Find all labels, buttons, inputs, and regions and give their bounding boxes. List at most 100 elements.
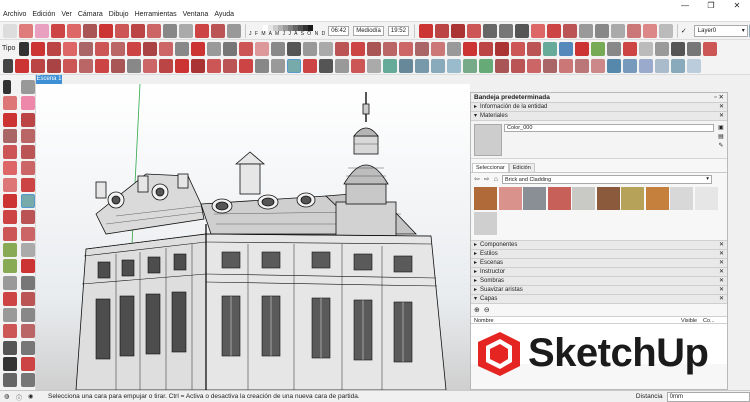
material-swatch-8[interactable] [645,187,669,210]
dimension-left-icon[interactable] [3,275,17,290]
section-materials[interactable]: ▾ Materiales ✕ [471,112,727,121]
walk-left-icon[interactable] [3,357,17,372]
outer-shell-icon[interactable] [463,41,478,56]
line-icon[interactable] [47,41,62,56]
terrain-icon[interactable] [543,41,558,56]
union-icon[interactable] [479,41,494,56]
scene-tab[interactable]: Escena 1 [36,75,62,84]
monochrome-icon[interactable] [658,23,673,38]
cube-7-icon[interactable] [479,58,493,73]
lookaround-icon[interactable] [287,41,302,56]
toggle-terrain-icon[interactable] [591,41,606,56]
text-icon[interactable] [179,23,193,38]
home-icon[interactable]: ⌂ [494,176,498,183]
guide-icon[interactable] [255,58,269,73]
material-swatch-1[interactable] [474,187,497,210]
pan-icon[interactable] [211,23,225,38]
intersect-icon[interactable] [159,41,174,56]
measurements-input[interactable]: 0mm [666,391,750,402]
close-button[interactable]: ✕ [724,0,750,12]
arc-3pt-icon[interactable] [175,58,189,73]
position-camera-icon[interactable] [514,23,529,38]
footprint-left-icon[interactable] [3,373,17,388]
material-swatch-10[interactable] [694,187,718,210]
perspective-icon[interactable] [447,41,462,56]
close-icon[interactable]: ✕ [719,277,724,286]
circle-icon[interactable] [95,41,110,56]
menu-camara[interactable]: Cámara [78,11,103,18]
orbit-left-icon[interactable] [3,291,17,306]
library-select[interactable]: Brick and Cladding [501,174,712,184]
warehouse-icon[interactable] [418,23,433,38]
cube-2-icon[interactable] [399,58,413,73]
material-swatch-9[interactable] [670,187,693,210]
material-swatch-3[interactable] [523,187,546,210]
tab-select[interactable]: Seleccionar [472,163,509,172]
section-plane-icon[interactable] [530,23,545,38]
arrow-select-icon[interactable] [19,41,30,56]
scale-left-icon[interactable] [3,226,17,241]
text-2-icon[interactable] [367,58,381,73]
shadow-time-end[interactable]: 19:52 [387,25,409,36]
move-left-icon[interactable] [3,194,17,209]
stamp-icon[interactable] [63,58,77,73]
cube-5-icon[interactable] [447,58,461,73]
rect-rot-icon[interactable] [127,58,141,73]
share-model-icon[interactable] [450,23,465,38]
section-instructor[interactable]: ▸ Instructor ✕ [471,268,727,277]
iso-view-icon[interactable] [351,41,366,56]
menu-dibujo[interactable]: Dibujo [109,11,129,18]
bottom-2-icon[interactable] [591,58,605,73]
back-icon[interactable]: ⇦ [474,175,480,183]
close-icon[interactable]: ✕ [719,268,724,277]
tape-measure-icon[interactable] [163,23,177,38]
shadow-time-mid[interactable]: Mediodía [353,25,384,36]
tape-left-icon[interactable] [3,242,17,257]
paint-bucket-left-icon[interactable] [3,96,17,111]
walk-2-icon[interactable] [319,58,333,73]
menu-ver[interactable]: Ver [61,11,72,18]
close-icon[interactable]: ✕ [719,295,724,304]
forward-icon[interactable]: ⇨ [484,175,490,183]
polygon-left-icon[interactable] [21,145,35,160]
styles-2-icon[interactable] [607,58,621,73]
zoomext-left-icon[interactable] [3,324,17,339]
arc-icon[interactable] [67,23,81,38]
axes-left-icon[interactable] [21,259,35,274]
add-layer-icon[interactable]: ⊕ [474,306,480,314]
eye-left-icon[interactable] [21,373,35,388]
material-name-input[interactable]: Color_000 [504,124,714,132]
material-swatch-5[interactable] [572,187,595,210]
arc-2pt-icon[interactable] [63,41,78,56]
top-2-icon[interactable] [511,58,525,73]
polygon-icon[interactable] [111,41,126,56]
pencil-icon[interactable] [51,23,65,38]
cube-6-icon[interactable] [463,58,477,73]
extension-icon[interactable] [434,23,449,38]
pencil-left-icon[interactable] [3,112,17,127]
rectangle-icon[interactable] [79,41,94,56]
section-cut-icon[interactable] [562,23,577,38]
arc2-left-icon[interactable] [21,161,35,176]
profile-icon[interactable] [671,41,686,56]
right-view-icon[interactable] [399,41,414,56]
walk-icon[interactable] [498,23,513,38]
tab-edit[interactable]: Edición [508,163,535,172]
pie-left-icon[interactable] [21,177,35,192]
rotrect-left-icon[interactable] [21,128,35,143]
position-left-icon[interactable] [3,340,17,355]
previous-view-icon[interactable] [335,41,350,56]
menu-herramientas[interactable]: Herramientas [135,11,177,18]
model-viewport[interactable] [36,84,470,390]
pushpull-left-icon[interactable] [21,194,35,209]
component-icon[interactable] [466,23,481,38]
depth-cue-icon[interactable] [687,41,702,56]
camera-icon[interactable] [482,23,497,38]
zoom-icon[interactable] [227,23,241,38]
styles-4-icon[interactable] [639,58,653,73]
edge-style-icon[interactable] [655,41,670,56]
freehand-icon[interactable] [127,41,142,56]
section-scenes[interactable]: ▸ Escenas ✕ [471,259,727,268]
move-icon[interactable] [99,23,113,38]
wireframe-icon[interactable] [594,23,609,38]
